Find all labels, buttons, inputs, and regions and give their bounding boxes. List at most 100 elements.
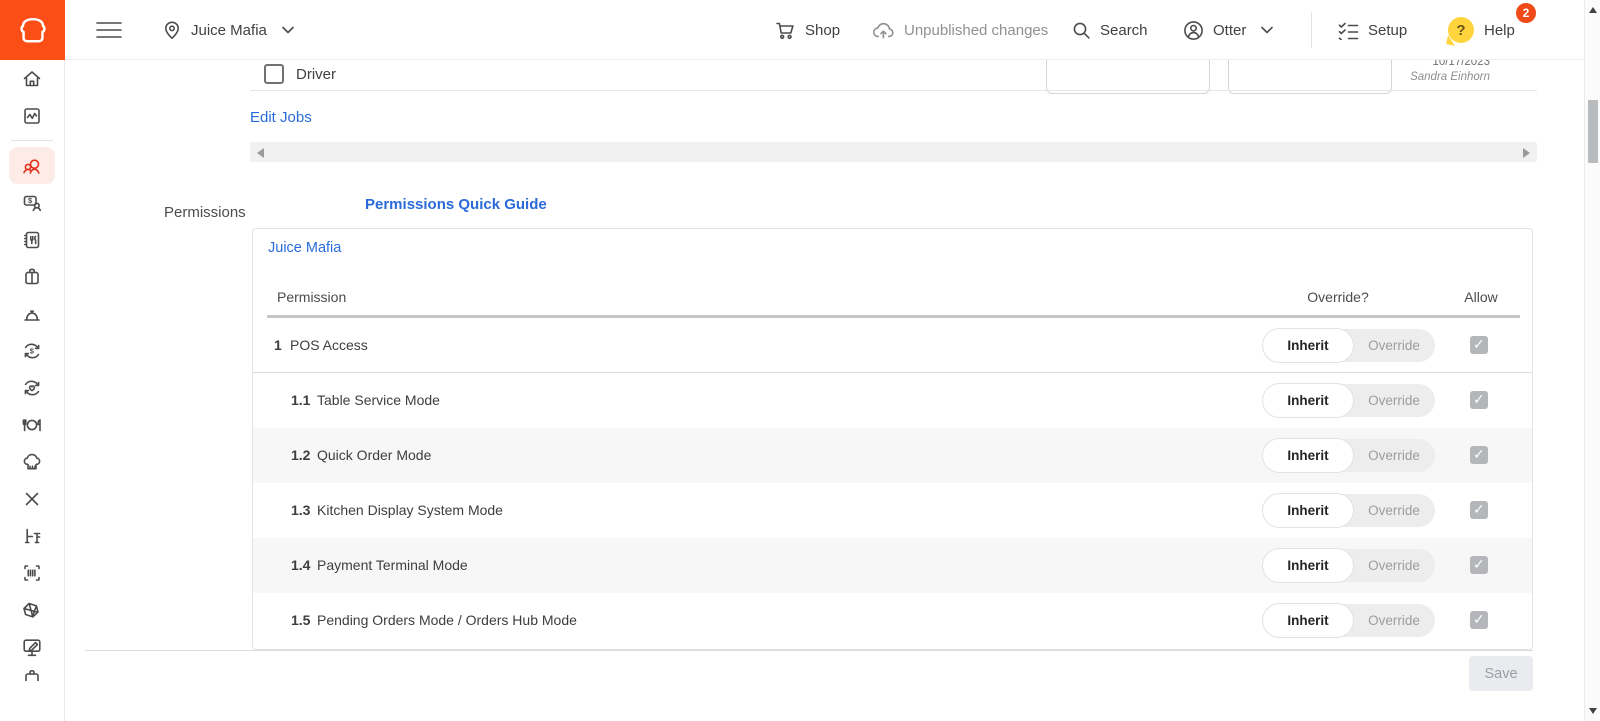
override-button[interactable]: Override [1353,329,1435,362]
permission-label: Table Service Mode [317,392,440,408]
sidebar-item-team[interactable] [9,147,55,184]
save-button[interactable]: Save [1469,656,1533,691]
setup-label: Setup [1368,22,1407,39]
override-button[interactable]: Override [1353,439,1435,472]
svg-text:$: $ [30,346,35,355]
allow-checkbox[interactable] [1470,556,1488,574]
inherit-button[interactable]: Inherit [1263,329,1353,362]
unpublished-changes-button[interactable]: Unpublished changes [872,0,1048,60]
chevron-down-icon [282,26,294,34]
permission-label: Kitchen Display System Mode [317,502,503,518]
shop-label: Shop [805,22,840,39]
override-button[interactable]: Override [1353,549,1435,582]
job-rate-input-2[interactable] [1228,60,1392,94]
sidebar-item-payouts[interactable]: $ [9,332,55,369]
permission-row: 1.5 Pending Orders Mode / Orders Hub Mod… [253,593,1532,648]
sidebar-item-kitchen[interactable] [9,443,55,480]
sidebar-item-supplies[interactable] [9,258,55,295]
override-button[interactable]: Override [1353,494,1435,527]
edit-jobs-link[interactable]: Edit Jobs [250,109,312,126]
help-bubble-icon: ? [1448,17,1475,43]
sidebar-item-loyalty[interactable] [9,369,55,406]
inherit-button[interactable]: Inherit [1263,384,1353,417]
section-bottom-divider [85,650,1533,651]
inherit-button[interactable]: Inherit [1263,604,1353,637]
sidebar-item-design[interactable] [9,628,55,665]
permissions-rows: 1 POS Access Inherit Override 1.1 Table … [253,318,1532,648]
shop-button[interactable]: Shop [775,0,840,60]
account-label: Otter [1213,22,1246,39]
scroll-up-arrow-icon[interactable] [1589,7,1597,13]
card-location-link[interactable]: Juice Mafia [268,240,341,256]
permissions-card: Juice Mafia Permission Override? Allow 1… [252,228,1533,650]
sidebar-item-partial[interactable] [9,665,55,681]
search-label: Search [1100,22,1148,39]
job-rate-input-1[interactable] [1046,60,1210,94]
checklist-icon [1338,21,1359,40]
help-label: Help [1484,22,1515,39]
updated-by: Sandra Einhorn [1410,70,1490,85]
help-button[interactable]: ? Help [1448,0,1515,60]
permissions-quick-guide-link[interactable]: Permissions Quick Guide [365,196,547,213]
sidebar-divider [11,140,53,141]
location-selector[interactable]: Juice Mafia [162,0,294,60]
scroll-down-arrow-icon[interactable] [1589,708,1597,714]
override-toggle: Inherit Override [1263,384,1435,417]
permissions-section-label: Permissions [164,204,246,221]
override-toggle: Inherit Override [1263,439,1435,472]
sidebar-item-x-brand[interactable] [9,480,55,517]
inherit-button[interactable]: Inherit [1263,494,1353,527]
sidebar-item-analytics[interactable] [9,97,55,134]
permission-number: 1.4 [291,557,310,573]
sidebar-item-menus[interactable] [9,221,55,258]
topbar-divider [1311,12,1312,48]
search-button[interactable]: Search [1072,0,1148,60]
permissions-table-header: Permission Override? Allow [253,275,1532,315]
jobs-horizontal-scrollbar[interactable] [250,142,1537,162]
driver-checkbox[interactable] [264,64,284,84]
scroll-right-arrow-icon[interactable] [1523,148,1530,158]
sidebar-item-tables[interactable] [9,517,55,554]
sidebar-item-home[interactable] [9,60,55,97]
sidebar-item-dining[interactable] [9,406,55,443]
permission-label: Pending Orders Mode / Orders Hub Mode [317,612,577,628]
override-toggle: Inherit Override [1263,604,1435,637]
allow-checkbox[interactable] [1470,446,1488,464]
cart-icon [775,21,796,40]
sidebar-item-barcode[interactable] [9,554,55,591]
permission-row: 1.2 Quick Order Mode Inherit Override [253,428,1532,483]
permission-row: 1.3 Kitchen Display System Mode Inherit … [253,483,1532,538]
unpublished-changes-label: Unpublished changes [904,22,1048,39]
inherit-button[interactable]: Inherit [1263,549,1353,582]
allow-checkbox[interactable] [1470,501,1488,519]
permission-number: 1.5 [291,612,310,628]
inherit-button[interactable]: Inherit [1263,439,1353,472]
main-content: Driver 10/17/2023 Sandra Einhorn Edit Jo… [65,60,1584,721]
sidebar-item-orders-bell[interactable] [9,295,55,332]
allow-checkbox[interactable] [1470,611,1488,629]
override-button[interactable]: Override [1353,384,1435,417]
jobs-divider [250,90,1537,91]
otter-toast-logo[interactable] [0,0,65,60]
location-label: Juice Mafia [191,22,267,39]
override-button[interactable]: Override [1353,604,1435,637]
page-scrollbar-thumb[interactable] [1588,100,1598,163]
chevron-down-icon [1261,26,1273,34]
page-scrollbar[interactable] [1584,0,1600,721]
svg-text:$: $ [28,196,33,205]
search-icon [1072,21,1091,40]
location-pin-icon [162,20,182,40]
setup-button[interactable]: Setup [1338,0,1407,60]
sidebar-item-payroll[interactable]: $ [9,184,55,221]
hamburger-menu-icon[interactable] [96,0,122,60]
last-updated-block: 10/17/2023 Sandra Einhorn [1410,60,1490,85]
account-menu[interactable]: Otter [1183,0,1273,60]
permission-label: Quick Order Mode [317,447,431,463]
allow-checkbox[interactable] [1470,336,1488,354]
override-toggle: Inherit Override [1263,494,1435,527]
allow-checkbox[interactable] [1470,391,1488,409]
sidebar-item-inventory[interactable] [9,591,55,628]
permission-number: 1 [274,337,282,353]
scroll-left-arrow-icon[interactable] [257,148,264,158]
permission-number: 1.2 [291,447,310,463]
